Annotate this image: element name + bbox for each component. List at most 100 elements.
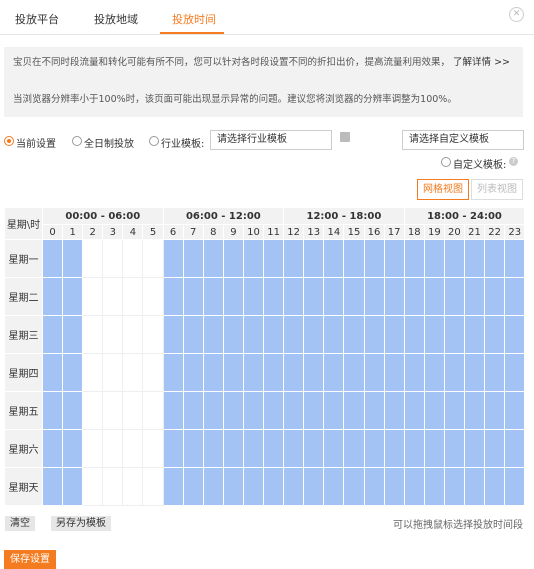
time-slot-cell[interactable] <box>222 239 244 278</box>
time-slot-cell[interactable] <box>323 315 345 354</box>
template-icon[interactable] <box>340 132 350 142</box>
clear-button[interactable]: 清空 <box>5 516 35 531</box>
time-slot-cell[interactable] <box>102 353 124 392</box>
time-slot-cell[interactable] <box>162 315 184 354</box>
time-slot-cell[interactable] <box>303 391 325 430</box>
time-slot-cell[interactable] <box>504 353 526 392</box>
time-slot-cell[interactable] <box>182 239 204 278</box>
time-slot-cell[interactable] <box>283 315 305 354</box>
time-slot-cell[interactable] <box>283 353 305 392</box>
time-slot-cell[interactable] <box>222 353 244 392</box>
time-slot-cell[interactable] <box>283 391 305 430</box>
time-slot-cell[interactable] <box>41 467 64 506</box>
time-slot-cell[interactable] <box>504 315 526 354</box>
tab-time[interactable]: 投放时间 <box>172 11 216 27</box>
time-slot-cell[interactable] <box>484 277 506 316</box>
time-slot-cell[interactable] <box>263 239 285 278</box>
time-slot-cell[interactable] <box>484 239 506 278</box>
time-slot-cell[interactable] <box>102 391 124 430</box>
tab-platform[interactable]: 投放平台 <box>15 11 59 27</box>
time-slot-cell[interactable] <box>343 467 365 506</box>
time-slot-cell[interactable] <box>363 277 385 316</box>
time-slot-cell[interactable] <box>162 391 184 430</box>
time-slot-cell[interactable] <box>41 391 64 430</box>
time-slot-cell[interactable] <box>423 429 445 468</box>
time-slot-cell[interactable] <box>162 429 184 468</box>
time-slot-cell[interactable] <box>363 353 385 392</box>
time-slot-cell[interactable] <box>423 353 445 392</box>
time-slot-cell[interactable] <box>62 353 84 392</box>
time-slot-cell[interactable] <box>62 315 84 354</box>
time-slot-cell[interactable] <box>363 429 385 468</box>
time-slot-cell[interactable] <box>202 467 224 506</box>
time-slot-cell[interactable] <box>202 277 224 316</box>
time-slot-cell[interactable] <box>423 391 445 430</box>
time-slot-cell[interactable] <box>443 467 465 506</box>
time-slot-cell[interactable] <box>62 467 84 506</box>
time-slot-cell[interactable] <box>102 429 124 468</box>
time-slot-cell[interactable] <box>283 429 305 468</box>
time-slot-cell[interactable] <box>102 315 124 354</box>
save-template-button[interactable]: 另存为模板 <box>51 516 111 531</box>
time-slot-cell[interactable] <box>504 239 526 278</box>
time-slot-cell[interactable] <box>303 467 325 506</box>
time-slot-cell[interactable] <box>363 467 385 506</box>
time-slot-cell[interactable] <box>82 391 104 430</box>
time-slot-cell[interactable] <box>303 429 325 468</box>
time-slot-cell[interactable] <box>122 277 144 316</box>
time-slot-cell[interactable] <box>443 353 465 392</box>
time-slot-cell[interactable] <box>383 277 405 316</box>
time-slot-cell[interactable] <box>122 239 144 278</box>
time-slot-cell[interactable] <box>343 315 365 354</box>
time-slot-cell[interactable] <box>363 315 385 354</box>
time-slot-cell[interactable] <box>283 239 305 278</box>
time-slot-cell[interactable] <box>162 353 184 392</box>
time-slot-cell[interactable] <box>383 353 405 392</box>
time-slot-cell[interactable] <box>202 353 224 392</box>
time-slot-cell[interactable] <box>263 391 285 430</box>
time-slot-cell[interactable] <box>343 277 365 316</box>
time-slot-cell[interactable] <box>484 429 506 468</box>
time-slot-cell[interactable] <box>484 391 506 430</box>
time-slot-cell[interactable] <box>62 239 84 278</box>
time-slot-cell[interactable] <box>142 429 164 468</box>
time-slot-cell[interactable] <box>423 239 445 278</box>
time-slot-cell[interactable] <box>263 353 285 392</box>
time-slot-cell[interactable] <box>242 391 265 430</box>
time-slot-cell[interactable] <box>102 277 124 316</box>
time-slot-cell[interactable] <box>283 467 305 506</box>
time-slot-cell[interactable] <box>82 353 104 392</box>
time-slot-cell[interactable] <box>403 239 425 278</box>
time-slot-cell[interactable] <box>383 391 405 430</box>
time-slot-cell[interactable] <box>303 315 325 354</box>
time-slot-cell[interactable] <box>303 353 325 392</box>
time-slot-cell[interactable] <box>62 429 84 468</box>
time-slot-cell[interactable] <box>182 353 204 392</box>
time-slot-cell[interactable] <box>182 315 204 354</box>
time-slot-cell[interactable] <box>102 239 124 278</box>
time-slot-cell[interactable] <box>263 467 285 506</box>
time-slot-cell[interactable] <box>222 467 244 506</box>
time-slot-cell[interactable] <box>122 353 144 392</box>
time-slot-cell[interactable] <box>162 239 184 278</box>
time-slot-cell[interactable] <box>41 353 64 392</box>
time-slot-cell[interactable] <box>242 315 265 354</box>
time-slot-cell[interactable] <box>82 277 104 316</box>
time-slot-cell[interactable] <box>403 277 425 316</box>
close-icon[interactable]: ✕ <box>509 7 524 22</box>
time-slot-cell[interactable] <box>62 277 84 316</box>
grid-view-button[interactable]: 网格视图 <box>417 179 469 200</box>
time-slot-cell[interactable] <box>463 315 486 354</box>
time-slot-cell[interactable] <box>504 467 526 506</box>
time-slot-cell[interactable] <box>303 239 325 278</box>
time-slot-cell[interactable] <box>484 315 506 354</box>
time-slot-cell[interactable] <box>423 315 445 354</box>
time-slot-cell[interactable] <box>463 429 486 468</box>
time-slot-cell[interactable] <box>82 315 104 354</box>
time-slot-cell[interactable] <box>383 429 405 468</box>
time-slot-cell[interactable] <box>122 467 144 506</box>
time-slot-cell[interactable] <box>403 315 425 354</box>
custom-template-select[interactable]: 请选择自定义模板 <box>402 130 524 150</box>
time-slot-cell[interactable] <box>142 467 164 506</box>
time-slot-cell[interactable] <box>122 391 144 430</box>
